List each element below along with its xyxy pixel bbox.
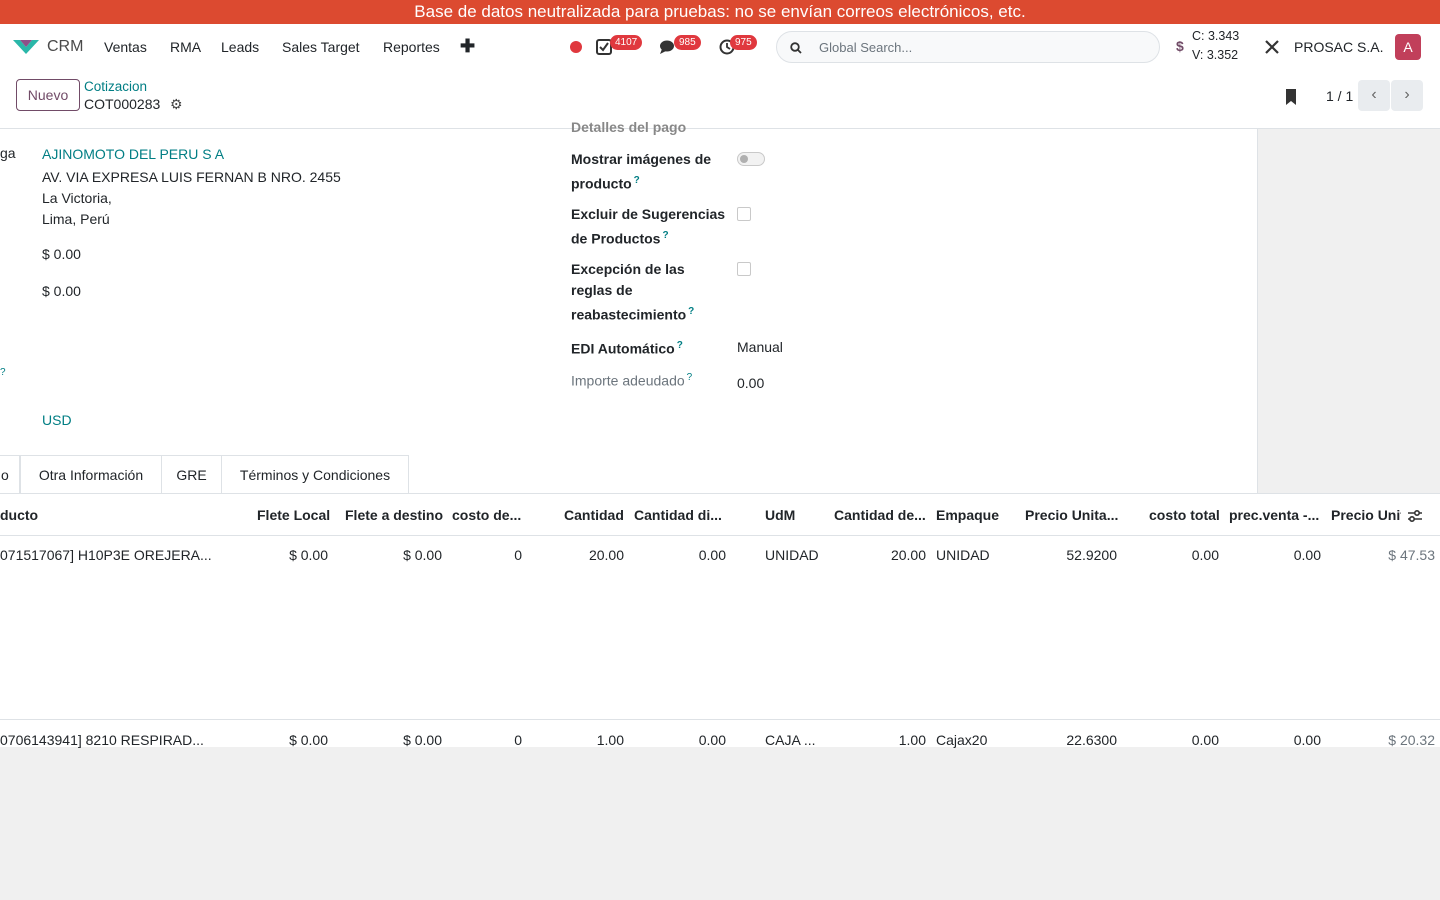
exclude-suggestions-checkbox[interactable]: [737, 207, 751, 221]
menu-reportes[interactable]: Reportes: [383, 39, 440, 55]
clock-badge: 975: [730, 35, 757, 50]
app-name[interactable]: CRM: [47, 38, 83, 56]
row-prec-venta: 0.00: [1293, 547, 1321, 563]
activities-badge: 4107: [610, 35, 643, 50]
rate-sell: V: 3.352: [1192, 48, 1239, 62]
col-cantidad[interactable]: Cantidad: [564, 507, 624, 523]
edi-label: EDI Automático?: [571, 340, 683, 357]
row-cantidad: 1.00: [596, 732, 624, 748]
show-images-label: Mostrar imágenes de producto?: [571, 151, 712, 192]
tab-products[interactable]: o: [0, 455, 20, 494]
partner-link[interactable]: AJINOMOTO DEL PERU S A: [42, 146, 224, 162]
row-empaque: UNIDAD: [936, 547, 990, 563]
row-cantidad: 20.00: [588, 547, 624, 563]
global-search-box[interactable]: Global Search...: [776, 31, 1160, 63]
company-switcher[interactable]: PROSAC S.A.: [1294, 39, 1383, 55]
show-images-toggle[interactable]: [737, 152, 765, 166]
amount-field-1: $ 0.00: [42, 246, 81, 262]
search-placeholder: Global Search...: [819, 40, 913, 55]
chatter-area: [1259, 129, 1440, 493]
address-line-1: AV. VIA EXPRESA LUIS FERNAN B NRO. 2455: [42, 169, 341, 185]
row-udm: CAJA ...: [765, 732, 816, 748]
col-udm[interactable]: UdM: [765, 507, 795, 523]
row-empaque: Cajax20: [936, 732, 988, 748]
row-costo-total: 0.00: [1191, 547, 1219, 563]
row-costo-total: 0.00: [1191, 732, 1219, 748]
amount-due-value: 0.00: [737, 375, 765, 391]
col-precio-unit[interactable]: Precio Unit: [1331, 507, 1401, 523]
col-cantidad-di[interactable]: Cantidad di...: [634, 507, 722, 523]
row-flete-local: $ 0.00: [289, 732, 328, 748]
edi-value[interactable]: Manual: [737, 339, 783, 355]
address-line-2: La Victoria,: [42, 190, 112, 206]
tools-icon[interactable]: [1264, 39, 1280, 55]
pager-previous-button[interactable]: ‹: [1358, 80, 1390, 111]
form-sheet: Detalles del pago ga AJINOMOTO DEL PERU …: [0, 119, 1258, 493]
row-precio-unit: $ 47.53: [1388, 547, 1435, 563]
col-precio-unitario[interactable]: Precio Unita...: [1025, 507, 1118, 523]
bookmark-icon[interactable]: [1283, 88, 1299, 106]
exception-rules-label: Excepción de las reglas de reabastecimie…: [571, 261, 695, 323]
breadcrumb-current: COT000283: [84, 96, 161, 112]
control-panel: Nuevo Cotizacion COT000283 ⚙ 1 / 1 ‹ ›: [0, 70, 1440, 129]
rate-buy: C: 3.343: [1192, 29, 1240, 43]
col-flete-destino[interactable]: Flete a destino: [345, 507, 443, 523]
row-cantidad-di: 0.00: [698, 547, 726, 563]
menu-ventas[interactable]: Ventas: [104, 39, 147, 55]
order-lines-table: ducto Flete Local Flete a destino costo …: [0, 493, 1440, 748]
search-icon: [790, 42, 802, 54]
gear-icon[interactable]: ⚙: [170, 96, 183, 113]
crm-logo-icon[interactable]: [12, 37, 40, 57]
menu-leads[interactable]: Leads: [221, 39, 259, 55]
row-cantidad-de: 20.00: [890, 547, 926, 563]
exclude-suggestions-label: Excluir de Sugerencias de Productos?: [571, 206, 726, 247]
col-flete-local[interactable]: Flete Local: [257, 507, 330, 523]
pager-value[interactable]: 1 / 1: [1326, 88, 1353, 104]
row-costo: 0: [514, 732, 522, 748]
messages-badge: 985: [674, 35, 701, 50]
row-flete-destino: $ 0.00: [403, 732, 442, 748]
col-prec-venta[interactable]: prec.venta -...: [1229, 507, 1319, 523]
help-tooltip-icon[interactable]: ?: [0, 367, 6, 378]
recording-dot-icon[interactable]: [570, 41, 582, 53]
exception-rules-checkbox[interactable]: [737, 262, 751, 276]
new-button[interactable]: Nuevo: [16, 79, 80, 111]
amount-due-label: Importe adeudado?: [571, 372, 693, 389]
col-cantidad-de[interactable]: Cantidad de...: [834, 507, 926, 523]
row-flete-destino: $ 0.00: [403, 547, 442, 563]
row-prec-venta: 0.00: [1293, 732, 1321, 748]
user-avatar[interactable]: A: [1395, 34, 1421, 60]
col-product[interactable]: ducto: [0, 507, 38, 523]
row-precio-unit: $ 20.32: [1388, 732, 1435, 748]
top-navbar: CRM Ventas RMA Leads Sales Target Report…: [0, 24, 1440, 70]
tab-gre[interactable]: GRE: [161, 455, 222, 494]
currency-link[interactable]: USD: [42, 412, 72, 428]
row-flete-local: $ 0.00: [289, 547, 328, 563]
test-database-banner: Base de datos neutralizada para pruebas:…: [0, 0, 1440, 24]
row-precio-unitario: 22.6300: [1066, 732, 1117, 748]
tab-terminos[interactable]: Términos y Condiciones: [221, 455, 409, 494]
tab-otra-informacion[interactable]: Otra Información: [20, 455, 162, 494]
row-precio-unitario: 52.9200: [1066, 547, 1117, 563]
row-udm: UNIDAD: [765, 547, 819, 563]
menu-rma[interactable]: RMA: [170, 39, 201, 55]
pager-next-button[interactable]: ›: [1391, 80, 1423, 111]
currency-icon: $: [1176, 38, 1184, 54]
col-empaque[interactable]: Empaque: [936, 507, 999, 523]
row-cantidad-di: 0.00: [698, 732, 726, 748]
row-product[interactable]: 0706143941] 8210 RESPIRAD...: [0, 732, 204, 748]
partial-field-label: ga: [0, 145, 16, 161]
col-costo-total[interactable]: costo total: [1149, 507, 1220, 523]
row-product[interactable]: 071517067] H10P3E OREJERA...: [0, 547, 212, 563]
optional-columns-icon[interactable]: [1407, 508, 1423, 524]
menu-sales-target[interactable]: Sales Target: [282, 39, 360, 55]
row-costo: 0: [514, 547, 522, 563]
breadcrumb-parent[interactable]: Cotizacion: [84, 79, 147, 94]
col-costo[interactable]: costo de...: [452, 507, 521, 523]
plus-icon[interactable]: ✚: [460, 36, 475, 57]
amount-field-2: $ 0.00: [42, 283, 81, 299]
address-line-3: Lima, Perú: [42, 211, 110, 227]
row-cantidad-de: 1.00: [898, 732, 926, 748]
payment-details-heading: Detalles del pago: [571, 119, 687, 135]
